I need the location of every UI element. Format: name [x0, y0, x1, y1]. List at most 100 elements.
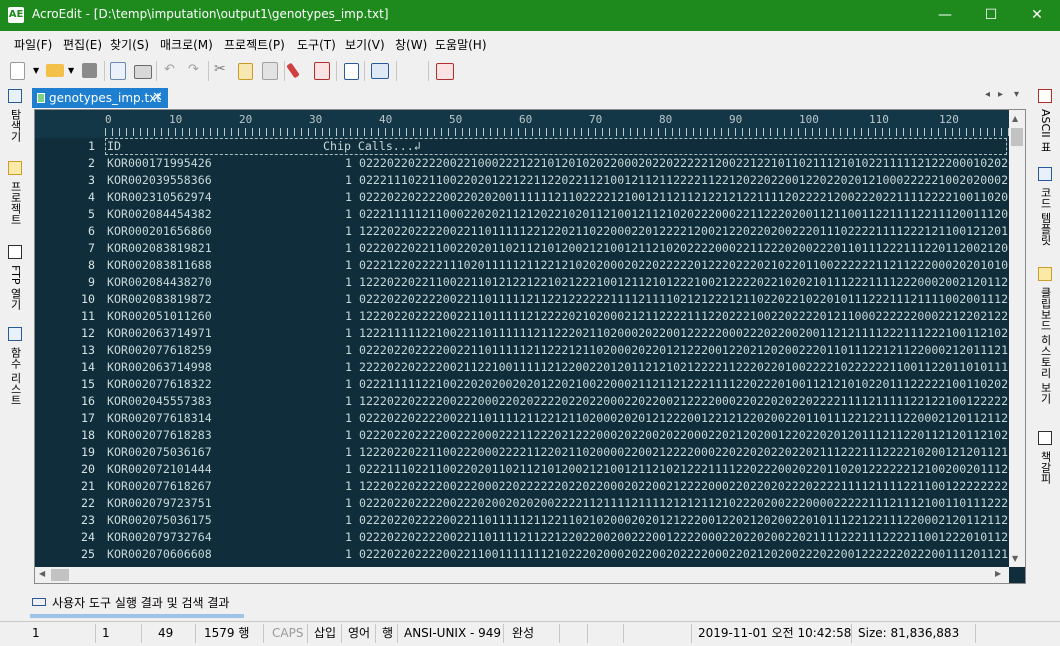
text-line[interactable]: 17 KOR002077618314 1 022202202222002211011…	[35, 410, 1009, 427]
list-panel-icon[interactable]	[371, 63, 389, 79]
horizontal-scroll-thumb[interactable]	[51, 569, 69, 581]
chip-value: 1	[345, 411, 352, 425]
sample-id: KOR002077618283	[107, 428, 212, 442]
status-input-language[interactable]: 영어	[342, 624, 376, 643]
text-line[interactable]: 22 KOR002079723751 1 022202202222002220200…	[35, 495, 1009, 512]
open-folder-icon[interactable]	[46, 64, 64, 77]
text-line[interactable]: 1 ID Chip Calls...↲	[88, 138, 1007, 155]
menu-help[interactable]: 도움말(H)	[435, 36, 487, 53]
panel-tab-ftp[interactable]: FTP 열기	[0, 245, 30, 321]
check-document-icon[interactable]	[314, 62, 330, 80]
menu-file[interactable]: 파일(F)	[14, 36, 52, 53]
maximize-button[interactable]: ☐	[968, 0, 1014, 31]
panel-tab-code-template[interactable]: 코드 템플릿	[1030, 167, 1060, 259]
status-insert-mode[interactable]: 삽입	[308, 624, 342, 643]
output-panel-tab[interactable]: 사용자 도구 실행 결과 및 검색 결과	[30, 592, 330, 618]
status-autocomplete[interactable]: 완성	[506, 624, 560, 643]
redo-icon[interactable]: ↷	[188, 62, 199, 77]
line-number: 7	[88, 241, 95, 255]
new-dropdown-icon[interactable]: ▼	[33, 66, 39, 75]
panel-tab-bookmark[interactable]: 책갈피	[1030, 431, 1060, 495]
sample-id: KOR002051011260	[107, 309, 212, 323]
tab-genotypes-imp[interactable]: genotypes_imp.txt ✕	[32, 88, 168, 108]
menu-find[interactable]: 찾기(S)	[110, 36, 149, 53]
line-content: KOR002079723751 1 02220220222200222020020…	[107, 495, 1009, 512]
text-line[interactable]: 2 KOR000171995426 1 0222022022220022100022…	[35, 155, 1009, 172]
text-line[interactable]: 5 KOR002084454382 1 0222111112110002202021…	[35, 206, 1009, 223]
panel-tab-function-list[interactable]: 함수 리스트	[0, 327, 30, 427]
text-line[interactable]: 12 KOR002063714971 1 122211111221002211011…	[35, 325, 1009, 342]
text-lines[interactable]: 1 ID Chip Calls...↲ 2 KOR000171995426 1 0222…	[35, 138, 1009, 567]
tab-next-icon[interactable]: ▸	[998, 89, 1003, 100]
status-column: 1	[96, 624, 142, 643]
panel-tab-clipboard-history[interactable]: 클립보드 히스토리 보기	[1030, 267, 1060, 427]
line-content: KOR002310562974 1 02220220222200220202001…	[107, 189, 1009, 206]
line-number: 25	[81, 547, 95, 561]
column-ruler: 0 10 20 30 40 50 60 70 80 90 100 110 120	[35, 110, 1009, 138]
menu-view[interactable]: 보기(V)	[345, 36, 385, 53]
panel-tab-ascii-table[interactable]: ASCII 표	[1030, 89, 1060, 161]
menu-macro[interactable]: 매크로(M)	[160, 36, 213, 53]
text-line[interactable]: 15 KOR002077618322 1 022211111221002202020…	[35, 376, 1009, 393]
text-line[interactable]: 18 KOR002077618283 1 022202202222002220002…	[35, 427, 1009, 444]
tab-prev-icon[interactable]: ◂	[985, 89, 990, 100]
text-line[interactable]: 25 KOR002070606608 1 022202202222002211001…	[35, 546, 1009, 563]
text-line[interactable]: 24 KOR002079732764 1 022202202222002211011…	[35, 529, 1009, 546]
text-line[interactable]: 8 KOR002083811688 1 0222122022221110201111…	[35, 257, 1009, 274]
vertical-scroll-thumb[interactable]	[1011, 128, 1023, 146]
text-line[interactable]: 7 KOR002083819821 1 0222022022110022020110…	[35, 240, 1009, 257]
text-line[interactable]: 23 KOR002075036175 1 022202202222002211011…	[35, 512, 1009, 529]
text-line[interactable]: 9 KOR002084438270 1 1222022022110022110121…	[35, 274, 1009, 291]
scroll-up-icon[interactable]: ▲	[1012, 114, 1018, 123]
text-line[interactable]: 19 KOR002075036167 1 122202202211002220002…	[35, 444, 1009, 461]
vertical-scrollbar[interactable]: ▲ ▼	[1009, 110, 1025, 567]
line-number: 24	[81, 530, 95, 544]
text-line[interactable]: 16 KOR002045557383 1 122202202222002220002…	[35, 393, 1009, 410]
chip-value: 1	[345, 394, 352, 408]
document-view-icon[interactable]	[344, 63, 359, 80]
text-line[interactable]: 10 KOR002083819872 1 022202202222002211011…	[35, 291, 1009, 308]
scroll-right-icon[interactable]: ▶	[995, 569, 1001, 578]
menu-edit[interactable]: 편집(E)	[63, 36, 102, 53]
tab-close-icon[interactable]: ✕	[152, 88, 163, 108]
scroll-left-icon[interactable]: ◀	[39, 569, 45, 578]
minimize-button[interactable]: —	[922, 0, 968, 31]
line-content: KOR002039558366 1 02221110221100220201221…	[107, 172, 1009, 189]
status-encoding[interactable]: ANSI-UNIX - 949	[398, 624, 504, 643]
toolbar-separator	[208, 61, 209, 81]
genotype-calls: 0222022022110022020110211210120021210012…	[358, 241, 1009, 255]
panel-tab-explorer[interactable]: 탐색기	[0, 89, 30, 155]
menu-project[interactable]: 프로젝트(P)	[224, 36, 285, 53]
chip-value: 1	[345, 156, 352, 170]
paste-icon[interactable]	[262, 62, 278, 80]
print-preview-icon[interactable]	[110, 62, 126, 80]
text-line[interactable]: 4 KOR002310562974 1 0222022022220022020200…	[35, 189, 1009, 206]
app-icon[interactable]: AE	[8, 7, 24, 23]
panel-tab-project[interactable]: 프로젝트	[0, 161, 30, 241]
highlight-marker-icon[interactable]	[286, 62, 300, 79]
text-line[interactable]: 20 KOR002072101444 1 022211102211002202011…	[35, 461, 1009, 478]
undo-icon[interactable]: ↶	[164, 62, 175, 77]
text-line[interactable]: 6 KOR000201656860 1 1222022022220022110111…	[35, 223, 1009, 240]
text-line[interactable]: 21 KOR002077618267 1 122202202222002220002…	[35, 478, 1009, 495]
status-empty-2	[590, 624, 624, 643]
text-editor[interactable]: 0 10 20 30 40 50 60 70 80 90 100 110 120 1 ID Chip Cal…	[34, 109, 1026, 584]
text-line[interactable]: 11 KOR002051011260 1 122202202222002211011…	[35, 308, 1009, 325]
calendar-icon[interactable]	[436, 63, 454, 80]
text-line[interactable]: 13 KOR002077618259 1 022202202222002211011…	[35, 342, 1009, 359]
text-line[interactable]: 14 KOR002063714998 1 222202202222002112210…	[35, 359, 1009, 376]
open-dropdown-icon[interactable]: ▼	[68, 66, 74, 75]
save-icon[interactable]	[82, 63, 97, 78]
menu-tools[interactable]: 도구(T)	[297, 36, 336, 53]
close-button[interactable]: ✕	[1014, 0, 1060, 31]
menu-window[interactable]: 창(W)	[395, 36, 427, 53]
text-line[interactable]: 3 KOR002039558366 1 0222111022110022020122…	[35, 172, 1009, 189]
cut-icon[interactable]: ✂	[214, 61, 226, 77]
print-icon[interactable]	[134, 65, 152, 79]
horizontal-scrollbar[interactable]: ◀ ▶	[35, 567, 1009, 583]
tab-list-icon[interactable]: ▾	[1014, 89, 1019, 100]
scroll-down-icon[interactable]: ▼	[1012, 554, 1018, 563]
copy-icon[interactable]	[238, 63, 253, 80]
chip-value: 1	[345, 258, 352, 272]
new-file-icon[interactable]	[10, 62, 25, 80]
